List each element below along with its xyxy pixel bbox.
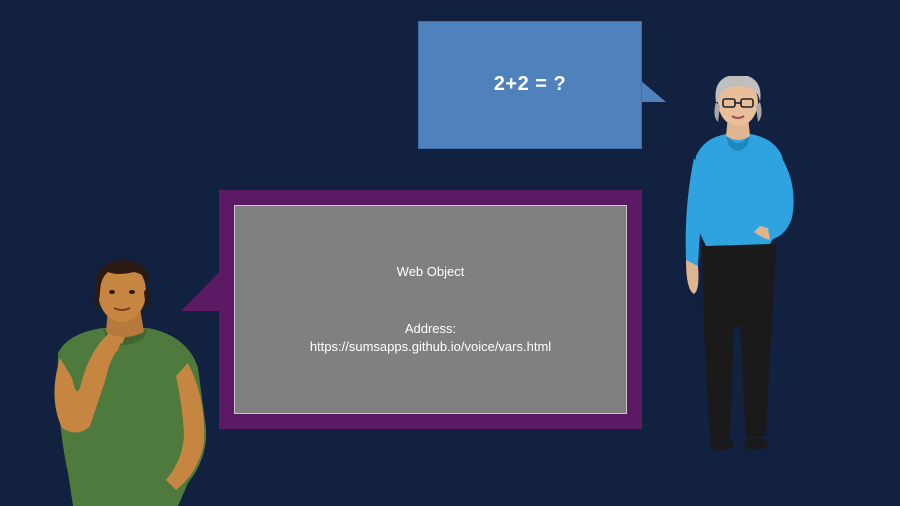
question-bubble-tail [640,80,666,102]
web-object-placeholder[interactable]: Web Object Address: https://sumsapps.git… [234,205,627,414]
teacher-woman-character [685,76,794,450]
thinking-man-character [54,260,207,506]
web-object-title: Web Object [396,264,465,279]
web-object-address: https://sumsapps.github.io/voice/vars.ht… [309,339,552,354]
question-text: 2+2 = ? [493,72,567,95]
question-speech-bubble: 2+2 = ? [418,21,642,149]
web-object-address-label: Address: [404,321,457,336]
slide-stage: 2+2 = ? Web Object Address: https://sums… [0,0,900,506]
